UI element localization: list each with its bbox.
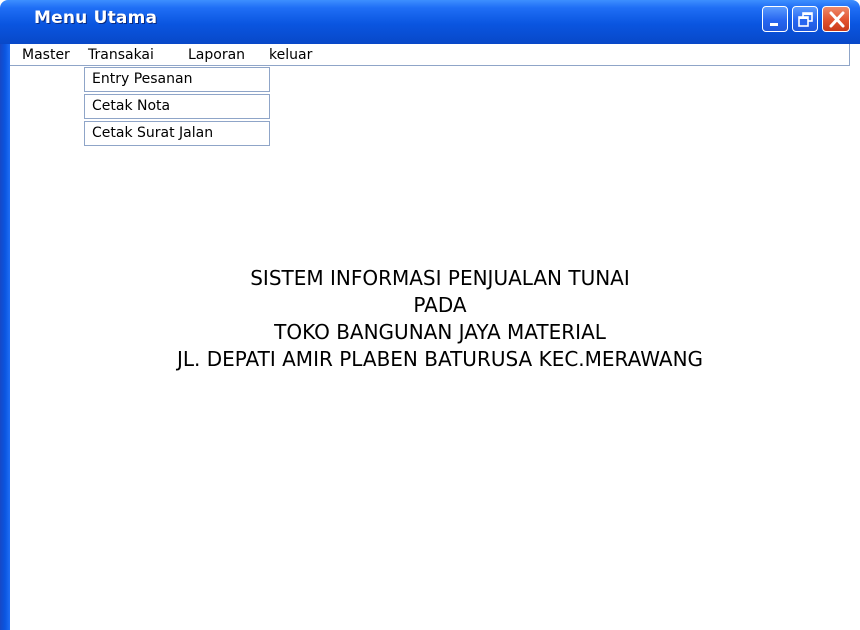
- minimize-button[interactable]: [762, 6, 788, 32]
- main-window: Menu Utama Master Transakai Laporan kelu…: [0, 0, 860, 630]
- restore-icon: [798, 12, 813, 27]
- close-button[interactable]: [822, 6, 850, 32]
- heading-line-system-name: SISTEM INFORMASI PENJUALAN TUNAI: [250, 266, 630, 290]
- menu-laporan[interactable]: Laporan: [188, 44, 245, 66]
- menu-keluar[interactable]: keluar: [269, 44, 312, 66]
- menu-item-cetak-surat-jalan[interactable]: Cetak Surat Jalan: [84, 121, 270, 146]
- minimize-icon: [770, 23, 778, 26]
- menu-transaksi[interactable]: Transakai: [88, 44, 154, 66]
- heading-line-store-name: TOKO BANGUNAN JAYA MATERIAL: [274, 320, 606, 344]
- menu-bar: Master Transakai Laporan keluar: [10, 44, 850, 66]
- menu-item-entry-pesanan[interactable]: Entry Pesanan: [84, 67, 270, 92]
- window-title: Menu Utama: [34, 8, 158, 28]
- heading-line-pada: PADA: [413, 293, 467, 317]
- heading-line-address: JL. DEPATI AMIR PLABEN BATURUSA KEC.MERA…: [176, 347, 704, 371]
- close-icon: [829, 11, 845, 28]
- window-left-border: [0, 44, 10, 630]
- title-bar[interactable]: Menu Utama: [0, 0, 860, 44]
- restore-button[interactable]: [792, 6, 818, 32]
- app-heading: SISTEM INFORMASI PENJUALAN TUNAI PADA TO…: [10, 265, 860, 373]
- menu-item-cetak-nota[interactable]: Cetak Nota: [84, 94, 270, 119]
- menu-master[interactable]: Master: [22, 44, 70, 66]
